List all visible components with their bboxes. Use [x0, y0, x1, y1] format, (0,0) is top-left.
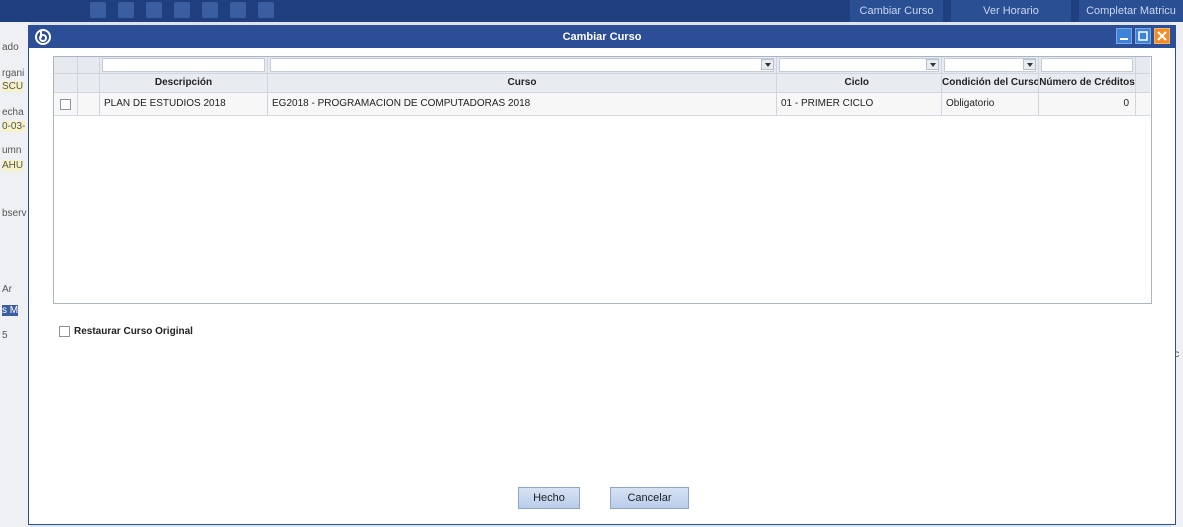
- done-button[interactable]: Hecho: [518, 487, 580, 509]
- chevron-down-icon[interactable]: [926, 59, 939, 70]
- bg-fragment: 5: [2, 330, 8, 341]
- restore-checkbox[interactable]: [59, 326, 70, 337]
- chart-icon[interactable]: [230, 2, 246, 18]
- background-left-panel: ado rgani SCU echa 0-03- umn AHU bserv A…: [0, 22, 30, 527]
- header-row: Descripción Curso Ciclo Condición del Cu…: [54, 74, 1150, 93]
- dialog-title: Cambiar Curso: [562, 31, 642, 43]
- bg-fragment: umn: [2, 145, 22, 156]
- restore-label: Restaurar Curso Original: [74, 326, 193, 337]
- courses-grid: Descripción Curso Ciclo Condición del Cu…: [53, 56, 1152, 304]
- filter-row: [54, 57, 1150, 74]
- filter-descripcion-input[interactable]: [102, 58, 265, 72]
- dialog-titlebar[interactable]: Cambiar Curso: [29, 26, 1175, 48]
- filter-creditos[interactable]: [1039, 57, 1136, 73]
- tab-ver-horario[interactable]: Ver Horario: [951, 0, 1071, 22]
- column-header-descripcion[interactable]: Descripción: [100, 74, 268, 92]
- column-header-ciclo[interactable]: Ciclo: [777, 74, 942, 92]
- close-icon: [1157, 31, 1167, 41]
- bg-fragment: SCU: [2, 81, 24, 92]
- filter-curso-input[interactable]: [270, 58, 774, 72]
- cambiar-curso-dialog: Cambiar Curso Descripción Curso Ciclo Co…: [28, 25, 1176, 525]
- bg-fragment: ado: [2, 42, 19, 53]
- filter-ciclo-input[interactable]: [779, 58, 939, 72]
- chevron-down-icon[interactable]: [761, 59, 774, 70]
- cell-descripcion: PLAN DE ESTUDIOS 2018: [100, 93, 268, 115]
- cell-condicion: Obligatorio: [942, 93, 1039, 115]
- app-toolbar: Cambiar Curso Ver Horario Completar Matr…: [0, 0, 1183, 22]
- chevron-down-icon[interactable]: [1023, 59, 1036, 70]
- cell-ciclo: 01 - PRIMER CICLO: [777, 93, 942, 115]
- table-row[interactable]: PLAN DE ESTUDIOS 2018 EG2018 - PROGRAMAC…: [54, 93, 1150, 116]
- link-icon[interactable]: [202, 2, 218, 18]
- filter-descripcion[interactable]: [100, 57, 268, 73]
- bg-fragment: 0-03-: [2, 121, 26, 132]
- bg-fragment: Ar: [2, 284, 12, 295]
- minimize-icon: [1120, 38, 1128, 40]
- bg-fragment: rgani: [2, 68, 25, 79]
- column-header-creditos[interactable]: Número de Créditos: [1039, 74, 1136, 92]
- cell-creditos: 0: [1039, 93, 1136, 115]
- filter-condicion[interactable]: [942, 57, 1039, 73]
- filter-curso[interactable]: [268, 57, 777, 73]
- close-button[interactable]: [1154, 28, 1170, 44]
- maximize-icon: [1138, 31, 1148, 41]
- tab-completar-matricula[interactable]: Completar Matricu: [1079, 0, 1183, 22]
- row-select-checkbox[interactable]: [60, 98, 71, 110]
- filter-ciclo[interactable]: [777, 57, 942, 73]
- minimize-button[interactable]: [1116, 28, 1132, 44]
- export-icon[interactable]: [118, 2, 134, 18]
- cancel-button[interactable]: Cancelar: [610, 487, 689, 509]
- window-icon[interactable]: [258, 2, 274, 18]
- cell-curso: EG2018 - PROGRAMACION DE COMPUTADORAS 20…: [268, 93, 777, 115]
- column-header-condicion[interactable]: Condición del Curso: [942, 74, 1039, 92]
- column-header-curso[interactable]: Curso: [268, 74, 777, 92]
- bg-fragment: bserv: [2, 208, 27, 219]
- bg-fragment: AHU: [2, 160, 24, 171]
- maximize-button[interactable]: [1135, 28, 1151, 44]
- bg-fragment: echa: [2, 107, 24, 118]
- refresh-icon[interactable]: [90, 2, 106, 18]
- attach-icon[interactable]: [146, 2, 162, 18]
- tab-cambiar-curso[interactable]: Cambiar Curso: [850, 0, 943, 22]
- toolbar-icons: [90, 2, 274, 18]
- bg-fragment: s M: [2, 305, 19, 316]
- restore-original-course[interactable]: Restaurar Curso Original: [59, 326, 193, 337]
- help-icon[interactable]: [174, 2, 190, 18]
- filter-creditos-input[interactable]: [1041, 58, 1133, 72]
